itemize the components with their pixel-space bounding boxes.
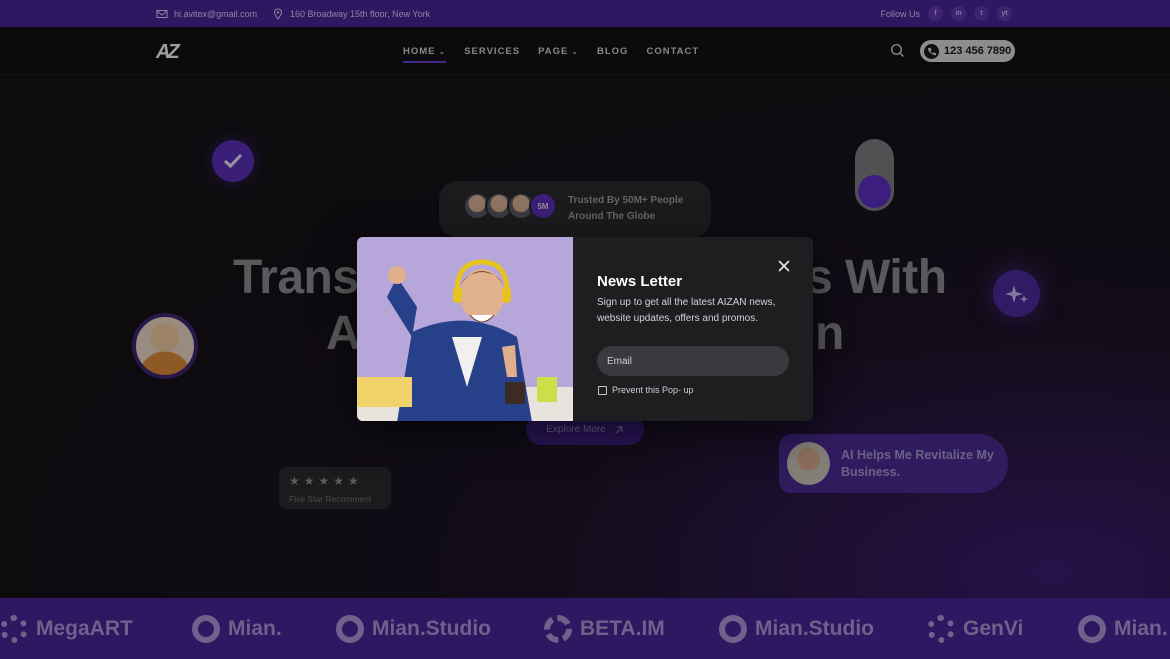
rating-label: Five Star Recomment: [289, 494, 372, 504]
person-illustration: [357, 237, 573, 421]
brand-logo: Mian.Studio: [719, 598, 874, 659]
brand-name: MegaART: [36, 616, 133, 640]
testimonial-line-1: AI Helps Me Revitalize My: [841, 448, 994, 462]
email-contact[interactable]: hi.avitex@gmail.com: [156, 0, 257, 27]
nav-page-label: PAGE: [538, 45, 569, 57]
follow-us: Follow Us f in t yt: [880, 0, 1012, 27]
testimonial-text: AI Helps Me Revitalize My Business.: [841, 447, 994, 481]
brand-logo: Mian.: [192, 598, 282, 659]
nav-home-label: HOME: [403, 45, 436, 57]
nav-blog[interactable]: BLOG: [597, 46, 628, 57]
brand-strip: MegaART Mian. Mian.Studio BETA.IM Mian.S…: [0, 598, 1170, 659]
search-icon[interactable]: [890, 43, 905, 58]
brand-icon: [0, 614, 28, 643]
chevron-down-icon: ⌄: [571, 46, 579, 56]
avatar: [787, 442, 830, 485]
brand-icon: [544, 614, 572, 643]
brand-icon: [719, 614, 747, 643]
brand-name: GenVi: [963, 616, 1024, 640]
brand-icon: [192, 614, 220, 643]
modal-title: News Letter: [597, 273, 683, 290]
brand-icon: [336, 614, 364, 643]
nav-page[interactable]: PAGE ⌄: [538, 46, 579, 57]
testimonial-line-2: Business.: [841, 465, 901, 479]
toggle-knob: [858, 175, 891, 208]
newsletter-modal: News Letter Sign up to get all the lates…: [357, 237, 813, 421]
follow-label: Follow Us: [880, 8, 920, 19]
address-text: 160 Broadway 15th floor, New York: [290, 8, 431, 19]
nav-blog-label: BLOG: [597, 45, 629, 57]
trusted-text: Trusted By 50M+ People Around The Globe: [568, 193, 683, 225]
site-logo[interactable]: AZ: [156, 41, 180, 64]
trusted-badge: 5M Trusted By 50M+ People Around The Glo…: [439, 181, 711, 237]
brand-icon: [927, 614, 955, 643]
sparkle-badge: [993, 270, 1040, 317]
headline-fragment: A: [326, 307, 361, 360]
modal-description: Sign up to get all the latest AIZAN news…: [597, 297, 776, 324]
prevent-popup-checkbox[interactable]: [598, 385, 607, 395]
location-pin-icon: [273, 8, 283, 20]
nav-contact[interactable]: CONTACT: [646, 46, 699, 57]
trusted-line-2: Around The Globe: [568, 211, 656, 222]
brand-logo: Mian.Studio: [336, 598, 491, 659]
prevent-popup-label: Prevent this Pop- up: [612, 385, 694, 395]
decorative-toggle: [855, 139, 894, 211]
arrow-up-right-icon: [615, 425, 623, 433]
chevron-down-icon: ⌄: [438, 46, 447, 56]
phone-number: 123 456 7890: [944, 45, 1012, 57]
user-count-badge: 5M: [529, 192, 557, 220]
headline-fragment: n: [815, 307, 844, 360]
linkedin-icon[interactable]: in: [951, 6, 966, 21]
address-contact: 160 Broadway 15th floor, New York: [272, 0, 430, 27]
phone-button[interactable]: 123 456 7890: [920, 40, 1015, 62]
brand-logo: Mian.: [1078, 598, 1168, 659]
phone-icon: [924, 43, 939, 59]
rating-card: ★★★★★ Five Star Recomment: [279, 467, 391, 509]
brand-name: Mian.Studio: [372, 616, 491, 640]
top-bar: hi.avitex@gmail.com 160 Broadway 15th fl…: [0, 0, 1170, 27]
brand-logo: MegaART: [0, 598, 133, 659]
check-icon: [223, 153, 243, 169]
email-text: hi.avitex@gmail.com: [174, 8, 258, 19]
nav-home[interactable]: HOME ⌄: [403, 45, 447, 63]
nav-services[interactable]: SERVICES: [464, 46, 520, 57]
star-rating: ★★★★★: [289, 474, 363, 488]
main-nav: HOME ⌄ SERVICES PAGE ⌄ BLOG CONTACT: [403, 27, 699, 75]
check-badge: [212, 140, 254, 182]
brand-name: Mian.: [1114, 616, 1168, 640]
mail-icon: [156, 9, 168, 18]
avatar: [132, 313, 198, 379]
testimonial-card: AI Helps Me Revitalize My Business.: [779, 434, 1008, 493]
twitter-icon[interactable]: t: [974, 6, 989, 21]
nav-contact-label: CONTACT: [646, 45, 700, 57]
brand-name: Mian.Studio: [755, 616, 874, 640]
avatar-stack: 5M: [463, 192, 557, 220]
trusted-line-1: Trusted By 50M+ People: [568, 195, 684, 206]
headline-fragment: Trans: [233, 251, 359, 304]
brand-icon: [1078, 614, 1106, 643]
brand-logo: GenVi: [927, 598, 1023, 659]
site-header: AZ HOME ⌄ SERVICES PAGE ⌄ BLOG CONTACT 123…: [0, 27, 1170, 75]
newsletter-photo: [357, 237, 573, 421]
nav-services-label: SERVICES: [464, 45, 521, 57]
explore-label: Explore More: [546, 424, 606, 435]
brand-logo: BETA.IM: [544, 598, 665, 659]
brand-name: Mian.: [228, 616, 282, 640]
sparkle-icon: [1004, 284, 1028, 303]
close-icon[interactable]: [777, 259, 791, 273]
prevent-popup-option[interactable]: Prevent this Pop- up: [598, 385, 694, 395]
brand-name: BETA.IM: [580, 616, 665, 640]
email-input[interactable]: [597, 346, 789, 376]
facebook-icon[interactable]: f: [928, 6, 943, 21]
headline-fragment: s With: [806, 251, 947, 304]
youtube-icon[interactable]: yt: [997, 6, 1012, 21]
